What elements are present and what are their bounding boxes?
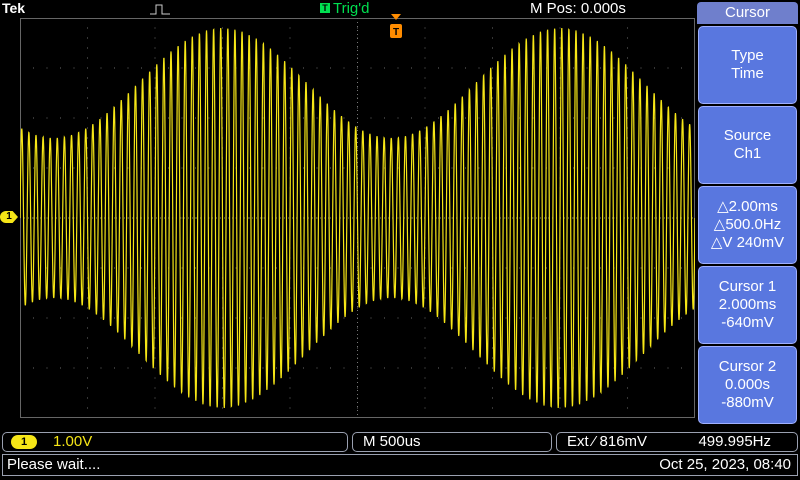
timebase-readout[interactable]: M 500us bbox=[352, 432, 552, 452]
ch1-scale: 1.00V bbox=[53, 433, 93, 450]
brand-label: Tek bbox=[2, 0, 26, 16]
cursor2-time: 0.000s bbox=[724, 376, 771, 393]
trigger-type-icon bbox=[150, 4, 170, 15]
cursor-source-value: Ch1 bbox=[733, 145, 762, 162]
ch1-ground-marker[interactable]: 1 bbox=[0, 211, 18, 223]
delta-time: △2.00ms bbox=[717, 198, 778, 215]
cursor2-voltage: -880mV bbox=[721, 394, 774, 411]
trigger-source-level: Ext ⁄ 816mV bbox=[567, 433, 648, 450]
cursor-delta-readout[interactable]: △2.00ms △500.0Hz △V 240mV bbox=[698, 186, 797, 264]
status-line: Please wait.... Oct 25, 2023, 08:40 bbox=[2, 454, 798, 476]
trigger-state: T Trig'd bbox=[320, 0, 369, 17]
status-message: Please wait.... bbox=[7, 456, 101, 473]
ch1-readout[interactable]: 1 1.00V bbox=[2, 432, 348, 452]
trigger-position-marker[interactable]: T bbox=[389, 14, 403, 40]
trigger-state-label: Trig'd bbox=[333, 0, 370, 17]
trigger-marker-label: T bbox=[393, 27, 399, 38]
bottom-readout-bar: 1 1.00V M 500us Ext ⁄ 816mV 499.995Hz Pl… bbox=[0, 430, 800, 480]
cursor1-time: 2.000ms bbox=[718, 296, 777, 313]
ch1-badge: 1 bbox=[11, 435, 37, 449]
timebase-value: M 500us bbox=[363, 433, 421, 450]
cursor-source-button[interactable]: Source Ch1 bbox=[698, 106, 797, 184]
cursor1-voltage: -640mV bbox=[721, 314, 774, 331]
cursor2-button[interactable]: Cursor 2 0.000s -880mV bbox=[698, 346, 797, 424]
cursor-type-label: Type bbox=[731, 47, 764, 64]
cursor-source-label: Source bbox=[723, 127, 772, 144]
cursor1-button[interactable]: Cursor 1 2.000ms -640mV bbox=[698, 266, 797, 344]
side-menu: Cursor Type Time Source Ch1 △2.00ms △500… bbox=[695, 0, 800, 430]
waveform-graticule bbox=[20, 18, 695, 418]
cursor-type-value: Time bbox=[731, 65, 764, 82]
cursor1-label: Cursor 1 bbox=[718, 278, 777, 295]
top-status-bar: Tek T Trig'd M Pos: 0.000s bbox=[0, 0, 695, 18]
cursor-type-button[interactable]: Type Time bbox=[698, 26, 797, 104]
scope-display bbox=[20, 18, 695, 418]
delta-voltage: △V 240mV bbox=[710, 234, 785, 251]
menu-title: Cursor bbox=[697, 2, 798, 24]
date-time: Oct 25, 2023, 08:40 bbox=[659, 456, 791, 473]
horizontal-position: M Pos: 0.000s bbox=[530, 0, 626, 17]
trigger-frequency: 499.995Hz bbox=[698, 433, 771, 450]
trigger-state-badge: T bbox=[320, 3, 330, 13]
trigger-readout[interactable]: Ext ⁄ 816mV 499.995Hz bbox=[556, 432, 798, 452]
delta-frequency: △500.0Hz bbox=[713, 216, 782, 233]
cursor2-label: Cursor 2 bbox=[718, 358, 777, 375]
